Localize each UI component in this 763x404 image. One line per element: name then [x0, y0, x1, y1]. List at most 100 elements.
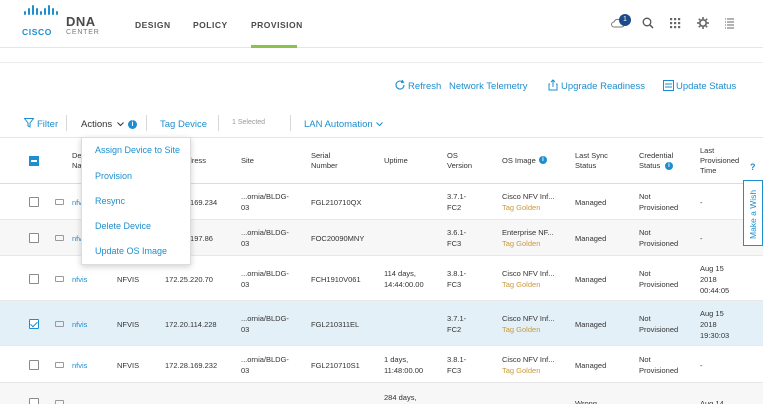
toolbar-divider [66, 115, 67, 131]
chevron-down-icon [117, 122, 124, 127]
filter-label: Filter [37, 119, 59, 130]
uptime-line2: 11:48:00.00 [384, 366, 424, 375]
os-version-line1: 3.7.1- [447, 192, 467, 201]
col-os-image[interactable]: OS Image [502, 156, 536, 166]
row-checkbox[interactable] [29, 233, 39, 243]
device-icon [55, 362, 64, 368]
actions-label: Actions [81, 119, 113, 130]
menu-item-provision[interactable]: Provision [95, 171, 132, 181]
menu-item-update-os-image[interactable]: Update OS Image [95, 246, 167, 256]
serial-number: FGL210311EL [311, 320, 360, 329]
device-name-link[interactable]: nfvis [72, 360, 87, 371]
menu-item-assign-device-to-site[interactable]: Assign Device to Site [95, 145, 180, 155]
update-status-label: Update Status [676, 81, 737, 92]
col-serial-number[interactable]: Serial Number [311, 151, 351, 171]
os-version-line1: 3.6.1- [447, 228, 467, 237]
nav-design[interactable]: DESIGN [135, 20, 171, 30]
credential-line1: Not [639, 269, 651, 278]
os-version-line2: FC3 [447, 239, 462, 248]
device-name-link[interactable]: nfvis [72, 274, 87, 285]
cisco-dna-center-logo[interactable]: CISCO DNA CENTER [22, 5, 132, 39]
credential-line1: Not [639, 228, 651, 237]
os-version-line2: FC3 [447, 280, 462, 289]
selected-count: 1 Selected [232, 119, 265, 126]
col-credential-status[interactable]: Credential Status [639, 151, 679, 171]
site-line2: 03 [241, 239, 250, 248]
provisioned-line1: Aug 15 [700, 309, 724, 318]
menu-item-delete-device[interactable]: Delete Device [95, 221, 151, 231]
table-row[interactable]: nfvis NFVIS 172.20.114.228 ...ornia/BLDG- 03… [0, 301, 763, 346]
help-icon[interactable]: ? [750, 162, 756, 172]
credential-info-icon[interactable]: i [665, 162, 673, 170]
site-line1: ...ornia/BLDG- [241, 269, 289, 278]
col-os-version[interactable]: OS Version [447, 151, 475, 171]
credential-line2: Provisioned [639, 239, 679, 248]
row-checkbox[interactable] [29, 319, 39, 329]
col-last-provisioned-time[interactable]: Last Provisioned Time [700, 146, 746, 176]
menu-item-resync[interactable]: Resync [95, 196, 125, 206]
site-line1: ...ornia/BLDG- [241, 355, 289, 364]
ip-address: 172.20.114.228 [165, 320, 217, 329]
top-header: CISCO DNA CENTER DESIGN POLICY PROVISION… [0, 0, 763, 48]
os-version-line1: 3.8.1- [447, 355, 467, 364]
credential-line2: Provisioned [639, 325, 679, 334]
uptime-line2: 14:44:00.00 [384, 280, 424, 289]
device-family: NFVIS [117, 275, 140, 284]
device-family: NFVIS [117, 361, 140, 370]
uptime-line1: 284 days, [384, 393, 417, 402]
site-line1: ...ornia/BLDG- [241, 314, 289, 323]
device-icon [55, 400, 64, 404]
lan-automation-dropdown[interactable]: LAN Automation [304, 119, 383, 130]
nav-policy[interactable]: POLICY [193, 20, 228, 30]
tag-golden-link[interactable]: Tag Golden [502, 324, 540, 335]
update-status-icon [663, 80, 674, 91]
credential-line1: Not [639, 192, 651, 201]
list-menu-icon[interactable] [723, 16, 737, 30]
row-checkbox[interactable] [29, 274, 39, 284]
site-line2: 03 [241, 325, 250, 334]
os-image-name: Cisco NFV Inf... [502, 355, 555, 364]
search-icon[interactable] [641, 16, 655, 30]
active-tab-underline [251, 45, 297, 48]
os-version-line2: FC2 [447, 325, 462, 334]
network-telemetry-link[interactable]: Network Telemetry [449, 81, 528, 95]
device-family: NFVIS [117, 320, 140, 329]
credential-line2: Provisioned [639, 280, 679, 289]
table-row[interactable]: nfvis NFVIS 172.28.169.232 ...ornia/BLDG- 03… [0, 346, 763, 383]
info-icon[interactable]: i [128, 120, 137, 129]
actions-dropdown-menu: Assign Device to Site Provision Resync D… [81, 137, 191, 265]
provisioned-line1: - [700, 198, 703, 207]
row-checkbox[interactable] [29, 360, 39, 370]
credential-line1: Not [639, 314, 651, 323]
sub-header-strip [0, 49, 763, 63]
toolbar-divider [218, 115, 219, 131]
refresh-icon [395, 79, 405, 90]
col-site[interactable]: Site [241, 156, 254, 166]
tag-golden-link[interactable]: Tag Golden [502, 279, 540, 290]
nav-provision[interactable]: PROVISION [251, 20, 303, 30]
col-last-sync-status[interactable]: Last Sync Status [575, 151, 623, 171]
os-version-line1: 3.7.1- [447, 314, 467, 323]
gear-icon[interactable] [696, 16, 710, 30]
site-line2: 03 [241, 366, 250, 375]
uptime-line1: 1 days, [384, 355, 409, 364]
toolbar-divider [146, 115, 147, 131]
tag-device-button[interactable]: Tag Device [160, 119, 207, 130]
row-checkbox[interactable] [29, 398, 39, 404]
make-a-wish-tab[interactable]: Make a Wish [743, 180, 763, 246]
select-all-checkbox[interactable] [29, 156, 39, 166]
os-image-info-icon[interactable]: i [539, 156, 547, 164]
row-checkbox[interactable] [29, 197, 39, 207]
device-name-link[interactable]: nfvis [72, 319, 87, 330]
tag-golden-link[interactable]: Tag Golden [502, 238, 540, 249]
table-row[interactable]: 284 days, Wrong Aug 14 [0, 383, 763, 404]
col-uptime[interactable]: Uptime [384, 156, 408, 166]
filter-icon [24, 118, 34, 128]
lan-automation-label: LAN Automation [304, 119, 373, 130]
credential-line2: Provisioned [639, 203, 679, 212]
tag-golden-link[interactable]: Tag Golden [502, 365, 540, 376]
device-icon [55, 235, 64, 241]
refresh-label: Refresh [408, 81, 442, 92]
tag-golden-link[interactable]: Tag Golden [502, 202, 540, 213]
apps-grid-icon[interactable] [668, 16, 682, 30]
